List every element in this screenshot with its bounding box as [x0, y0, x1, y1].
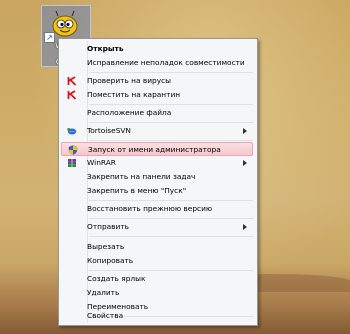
context-menu: Открыть Исправление неполадок совместимо…: [58, 38, 258, 326]
menu-item-pin-taskbar[interactable]: Закрепить на панели задач: [61, 170, 253, 184]
menu-item-label: Расположение файла: [87, 108, 172, 117]
submenu-arrow-icon: [243, 224, 247, 230]
menu-item-label: Проверить на вирусы: [87, 76, 172, 85]
menu-item-label: Открыть: [87, 44, 124, 53]
menu-separator: [89, 104, 253, 105]
menu-item-label: WinRAR: [87, 158, 116, 167]
menu-item-label: Копировать: [87, 256, 134, 265]
submenu-arrow-icon: [243, 128, 247, 134]
menu-item-open[interactable]: Открыть: [61, 42, 253, 56]
menu-item-label: Отправить: [87, 222, 129, 231]
menu-item-label: Создать ярлык: [87, 274, 146, 283]
kaspersky-k-icon: [67, 76, 77, 86]
menu-item-label: Закрепить в меню "Пуск": [87, 186, 187, 195]
menu-item-winrar[interactable]: WinRAR: [61, 156, 253, 170]
menu-item-label: Восстановить прежнюю версию: [87, 204, 213, 213]
menu-item-file-location[interactable]: Расположение файла: [61, 106, 253, 120]
menu-item-label: Свойства: [87, 311, 124, 320]
uac-shield-icon: [68, 145, 78, 155]
menu-item-troubleshoot-compatibility[interactable]: Исправление неполадок совместимости: [61, 56, 253, 70]
menu-separator: [89, 218, 253, 219]
menu-separator: [89, 122, 253, 123]
menu-item-copy[interactable]: Копировать: [61, 254, 253, 268]
menu-item-cut[interactable]: Вырезать: [61, 240, 253, 254]
menu-item-send-to[interactable]: Отправить: [61, 220, 253, 234]
menu-item-label: Вырезать: [87, 242, 125, 251]
tortoise-svn-icon: [67, 127, 77, 135]
menu-separator: [89, 72, 253, 73]
menu-item-run-as-admin[interactable]: Запуск от имени администратора: [61, 142, 253, 156]
menu-item-delete[interactable]: Удалить: [61, 286, 253, 300]
menu-separator: [89, 270, 253, 271]
submenu-arrow-icon: [243, 160, 247, 166]
menu-item-properties[interactable]: Свойства: [61, 309, 253, 323]
menu-item-label: Поместить на карантин: [87, 90, 181, 99]
menu-item-pin-start[interactable]: Закрепить в меню "Пуск": [61, 184, 253, 198]
menu-item-quarantine[interactable]: Поместить на карантин: [61, 88, 253, 102]
menu-item-scan-viruses[interactable]: Проверить на вирусы: [61, 74, 253, 88]
menu-item-label: TortoiseSVN: [87, 126, 131, 135]
kaspersky-k-icon: [67, 90, 77, 100]
menu-item-label: Закрепить на панели задач: [87, 172, 196, 181]
menu-item-label: Исправление неполадок совместимости: [87, 58, 245, 67]
menu-separator: [89, 140, 253, 141]
menu-separator: [89, 236, 253, 237]
menu-item-label: Запуск от имени администратора: [88, 145, 221, 154]
menu-item-label: Удалить: [87, 288, 120, 297]
menu-item-create-shortcut[interactable]: Создать ярлык: [61, 272, 253, 286]
menu-separator: [89, 200, 253, 201]
winrar-icon: [68, 159, 76, 167]
menu-item-restore-previous[interactable]: Восстановить прежнюю версию: [61, 202, 253, 216]
menu-item-tortoisesvn[interactable]: TortoiseSVN: [61, 124, 253, 138]
